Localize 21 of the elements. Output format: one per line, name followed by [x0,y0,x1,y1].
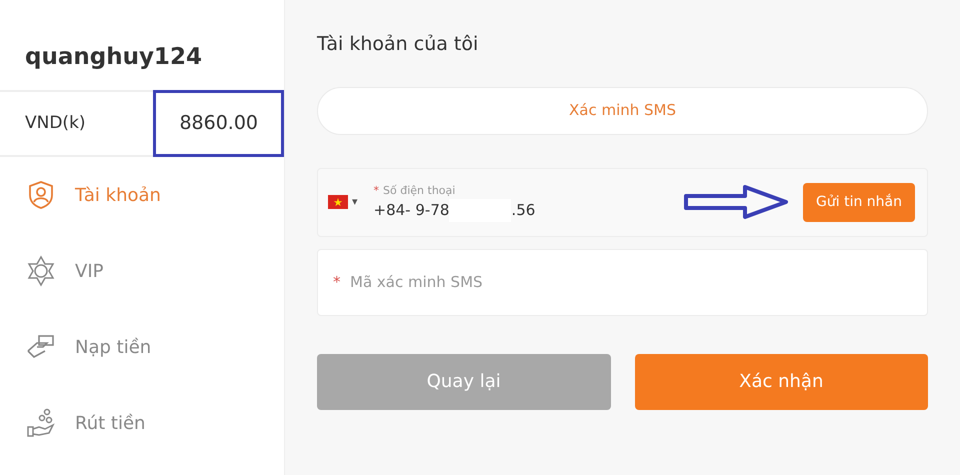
menu-item[interactable]: Rút tiền [0,385,284,461]
page-title: Tài khoản của tôi [317,33,478,55]
vip-badge-icon [25,255,57,287]
currency-label: VND(k) [25,112,86,133]
menu-item[interactable]: VIP [0,233,284,309]
menu-item[interactable]: Tài khoản [0,157,284,233]
hand-coins-icon [25,407,57,439]
menu-item[interactable]: Nạp tiền [0,309,284,385]
send-message-button[interactable]: Gửi tin nhắn [803,182,915,222]
sms-verification-tab[interactable]: Xác minh SMS [317,86,928,134]
confirm-button[interactable]: Xác nhận [634,354,928,410]
required-mark: * [333,272,340,292]
phone-number-start: +84- 9-78 [374,200,450,221]
phone-label: * Số điện thoại [374,182,456,198]
caret-icon[interactable]: ▾ [352,194,358,210]
phone-field[interactable]: ▾ * Số điện thoại +84- 9-78 .56 Gửi tin nhắn [317,168,928,236]
phone-number-end: .56 [511,200,536,221]
username: quanghuy124 [25,44,202,70]
back-button[interactable]: Quay lại [317,354,610,410]
balance-value: 8860.00 [153,90,284,157]
flag-icon [328,195,348,209]
